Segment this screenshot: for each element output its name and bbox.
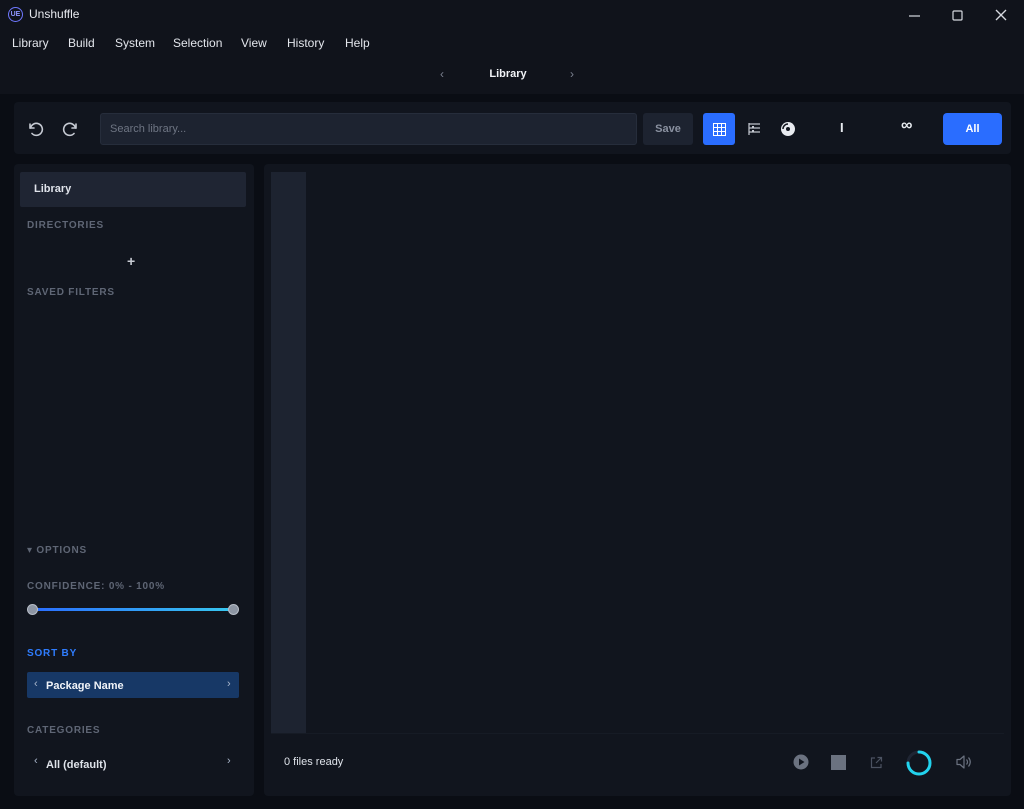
- window-title: Unshuffle: [29, 7, 80, 21]
- chevron-left-icon[interactable]: ‹: [34, 755, 38, 767]
- chevron-right-icon[interactable]: ›: [227, 755, 231, 767]
- maximize-button[interactable]: [935, 0, 979, 30]
- loading-spinner: [904, 748, 934, 778]
- undo-button[interactable]: [24, 118, 46, 140]
- chevron-left-icon[interactable]: ‹: [440, 67, 444, 81]
- categories-heading: CATEGORIES: [27, 725, 101, 736]
- minimize-button[interactable]: [892, 0, 936, 30]
- confidence-max-handle[interactable]: [228, 604, 239, 615]
- save-button[interactable]: Save: [643, 113, 693, 145]
- status-text: 0 files ready: [284, 756, 344, 768]
- grid-view-icon: [712, 122, 726, 136]
- menu-view[interactable]: View: [241, 36, 267, 50]
- stop-button[interactable]: [829, 753, 847, 771]
- disc-button[interactable]: [777, 118, 799, 140]
- menu-library[interactable]: Library: [12, 36, 49, 50]
- directories-heading: DIRECTORIES: [27, 220, 104, 231]
- toolbar: Save I ∞ All: [14, 102, 1011, 154]
- search-input[interactable]: [100, 113, 637, 145]
- close-button[interactable]: [979, 0, 1023, 30]
- nav-bar: ‹ Library ›: [0, 56, 1024, 94]
- category-select[interactable]: ‹ All (default) ›: [27, 752, 239, 776]
- confidence-label: CONFIDENCE: 0% - 100%: [27, 581, 165, 592]
- menu-build[interactable]: Build: [68, 36, 95, 50]
- menu-help[interactable]: Help: [345, 36, 370, 50]
- stop-icon: [830, 754, 846, 770]
- external-link-icon: [870, 756, 882, 768]
- tree-view-icon: [748, 123, 760, 135]
- redo-icon: [62, 122, 77, 137]
- sort-by-heading: SORT BY: [27, 648, 78, 659]
- undo-icon: [29, 122, 44, 137]
- saved-filters-heading: SAVED FILTERS: [27, 287, 115, 298]
- chevron-left-icon[interactable]: ‹: [34, 678, 38, 690]
- play-button[interactable]: [792, 753, 810, 771]
- grid-view-button[interactable]: [703, 113, 735, 145]
- page-title: Library: [489, 68, 527, 80]
- sidebar-item-library[interactable]: Library: [20, 172, 246, 207]
- infinite-mode-toggle[interactable]: ∞: [901, 117, 912, 135]
- add-directory-button[interactable]: +: [127, 253, 135, 269]
- external-link-button[interactable]: [867, 753, 885, 771]
- menu-system[interactable]: System: [115, 36, 155, 50]
- volume-icon: [956, 755, 971, 769]
- disc-icon: [781, 122, 795, 136]
- maximize-icon: [951, 9, 963, 21]
- confidence-min-handle[interactable]: [27, 604, 38, 615]
- main-panel: 0 files ready: [264, 164, 1011, 796]
- app-logo-icon: UE: [8, 7, 23, 22]
- category-value: All (default): [46, 759, 107, 771]
- sort-by-value: Package Name: [46, 680, 124, 692]
- footer-divider: [271, 733, 1004, 734]
- menu-bar: Library Build System Selection View Hist…: [0, 30, 1024, 56]
- chevron-right-icon[interactable]: ›: [227, 678, 231, 690]
- volume-button[interactable]: [954, 753, 974, 771]
- minimize-icon: [908, 14, 920, 17]
- sidebar: Library DIRECTORIES + SAVED FILTERS ▾ OP…: [14, 164, 254, 796]
- tree-view-button[interactable]: [743, 118, 765, 140]
- single-mode-toggle[interactable]: I: [840, 120, 844, 135]
- menu-history[interactable]: History: [287, 36, 324, 50]
- all-button[interactable]: All: [943, 113, 1002, 145]
- redo-button[interactable]: [60, 118, 82, 140]
- sidebar-item-label: Library: [34, 183, 72, 195]
- chevron-right-icon[interactable]: ›: [570, 67, 574, 81]
- spinner-icon: [906, 750, 932, 776]
- menu-selection[interactable]: Selection: [173, 36, 222, 50]
- options-toggle[interactable]: ▾ OPTIONS: [27, 545, 87, 556]
- play-icon: [793, 754, 809, 770]
- title-bar: UE Unshuffle: [0, 0, 1024, 30]
- list-scroll-column[interactable]: [271, 172, 306, 733]
- sort-by-select[interactable]: ‹ Package Name ›: [27, 672, 239, 698]
- close-icon: [995, 9, 1007, 21]
- confidence-slider-track[interactable]: [32, 608, 234, 611]
